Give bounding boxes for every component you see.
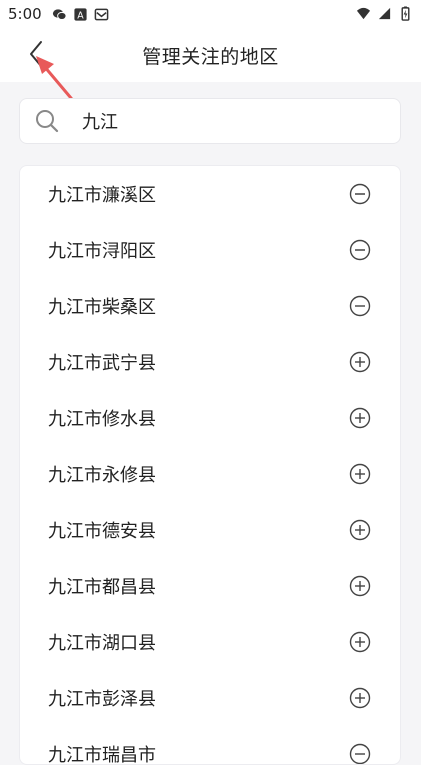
add-region-button[interactable]	[348, 462, 372, 486]
top-app-bar: 管理关注的地区	[0, 28, 421, 82]
page-title: 管理关注的地区	[142, 46, 279, 68]
region-name: 九江市修水县	[48, 409, 156, 430]
list-item[interactable]: 九江市柴桑区	[20, 278, 400, 334]
add-region-button[interactable]	[348, 686, 372, 710]
list-item[interactable]: 九江市浔阳区	[20, 222, 400, 278]
app-a-icon: A	[74, 7, 87, 21]
minus-circle-icon	[349, 239, 371, 261]
remove-region-button[interactable]	[348, 238, 372, 262]
add-region-button[interactable]	[348, 574, 372, 598]
list-item[interactable]: 九江市湖口县	[20, 614, 400, 670]
remove-region-button[interactable]	[348, 182, 372, 206]
minus-circle-icon	[349, 743, 371, 764]
list-item[interactable]: 九江市永修县	[20, 446, 400, 502]
remove-region-button[interactable]	[348, 294, 372, 318]
battery-icon	[401, 6, 410, 21]
add-region-button[interactable]	[348, 630, 372, 654]
add-region-button[interactable]	[348, 406, 372, 430]
minus-circle-icon	[349, 183, 371, 205]
add-region-button[interactable]	[348, 518, 372, 542]
plus-circle-icon	[349, 407, 371, 429]
region-name: 九江市柴桑区	[48, 297, 156, 318]
region-list: 九江市濂溪区 九江市浔阳区 九江市柴桑区 九江市武宁县 九江市修水县 九江市永修…	[19, 165, 401, 765]
region-name: 九江市濂溪区	[48, 185, 156, 206]
search-icon	[36, 110, 59, 133]
status-notification-icons: A	[52, 7, 109, 22]
region-name: 九江市彭泽县	[48, 689, 156, 710]
plus-circle-icon	[349, 687, 371, 709]
region-name: 九江市浔阳区	[48, 241, 156, 262]
plus-circle-icon	[349, 463, 371, 485]
search-input[interactable]	[80, 109, 374, 133]
add-region-button[interactable]	[348, 350, 372, 374]
status-bar: 5:00 A	[0, 0, 421, 28]
wechat-icon	[52, 8, 67, 20]
mail-icon	[94, 8, 109, 20]
region-name: 九江市瑞昌市	[48, 745, 156, 765]
plus-circle-icon	[349, 631, 371, 653]
plus-circle-icon	[349, 519, 371, 541]
status-system-icons	[356, 6, 413, 21]
svg-text:A: A	[77, 10, 84, 21]
minus-circle-icon	[349, 295, 371, 317]
region-name: 九江市永修县	[48, 465, 156, 486]
region-name: 九江市武宁县	[48, 353, 156, 374]
status-time: 5:00	[8, 5, 42, 23]
region-name: 九江市都昌县	[48, 577, 156, 598]
list-item[interactable]: 九江市彭泽县	[20, 670, 400, 726]
list-item[interactable]: 九江市都昌县	[20, 558, 400, 614]
region-name: 九江市德安县	[48, 521, 156, 542]
region-name: 九江市湖口县	[48, 633, 156, 654]
plus-circle-icon	[349, 351, 371, 373]
list-item[interactable]: 九江市武宁县	[20, 334, 400, 390]
list-item[interactable]: 九江市修水县	[20, 390, 400, 446]
wifi-icon	[356, 7, 371, 20]
list-item[interactable]: 九江市德安县	[20, 502, 400, 558]
signal-icon	[378, 7, 391, 20]
remove-region-button[interactable]	[348, 742, 372, 764]
list-item[interactable]: 九江市濂溪区	[20, 166, 400, 222]
plus-circle-icon	[349, 575, 371, 597]
list-item[interactable]: 九江市瑞昌市	[20, 726, 400, 765]
search-bar	[19, 98, 401, 144]
